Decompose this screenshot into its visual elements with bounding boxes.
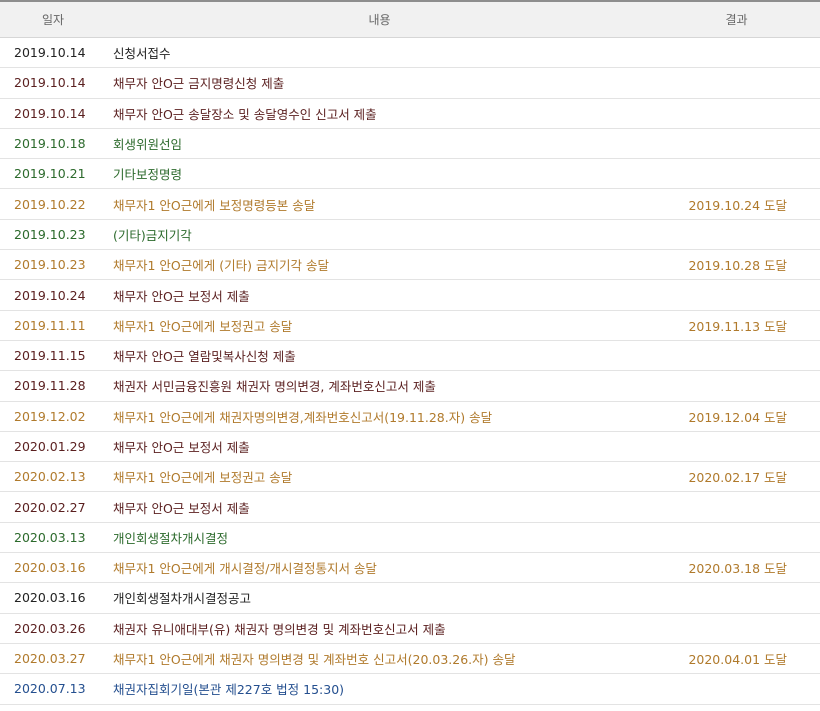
row-date: 2019.10.18	[0, 128, 106, 160]
row-result	[653, 67, 820, 99]
case-progress-table: 일자 내용 결과 2019.10.14 신청서접수 2019.10.14 채무자 안O…	[0, 2, 820, 705]
table-row: 2020.03.26 채권자 유니애대부(유) 채권자 명의변경 및 계좌번호신고…	[0, 613, 820, 644]
row-date: 2019.11.15	[0, 340, 106, 372]
row-result: 2019.10.28 도달	[653, 249, 820, 281]
row-date: 2020.01.29	[0, 431, 106, 463]
row-result: 2020.02.17 도달	[653, 461, 820, 493]
row-result	[653, 219, 820, 251]
row-result	[653, 673, 820, 705]
row-content: 채무자1 안O근에게 보정권고 송달	[106, 310, 653, 341]
row-date: 2020.03.26	[0, 613, 106, 644]
row-result	[653, 431, 820, 463]
row-result: 2019.12.04 도달	[653, 401, 820, 432]
row-result: 2020.04.01 도달	[653, 643, 820, 675]
row-date: 2019.11.28	[0, 370, 106, 402]
row-content: 신청서접수	[106, 37, 653, 69]
row-date: 2019.10.24	[0, 279, 106, 311]
table-row: 2019.11.15 채무자 안O근 열람및복사신청 제출	[0, 340, 820, 372]
row-date: 2019.10.14	[0, 98, 106, 129]
row-date: 2020.03.13	[0, 522, 106, 554]
row-date: 2019.10.23	[0, 249, 106, 281]
table-row: 2019.10.14 채무자 안O근 송달장소 및 송달영수인 신고서 제출	[0, 98, 820, 129]
row-date: 2020.02.27	[0, 491, 106, 523]
row-content: 채무자1 안O근에게 개시결정/개시결정통지서 송달	[106, 552, 653, 584]
header-result: 결과	[653, 2, 820, 38]
row-content: 채무자 안O근 금지명령신청 제출	[106, 67, 653, 99]
header-date: 일자	[0, 2, 106, 38]
table-row: 2020.02.13 채무자1 안O근에게 보정권고 송달 2020.02.17 도…	[0, 461, 820, 493]
table-row: 2020.03.16 채무자1 안O근에게 개시결정/개시결정통지서 송달 2020…	[0, 552, 820, 584]
row-content: 채권자 유니애대부(유) 채권자 명의변경 및 계좌번호신고서 제출	[106, 613, 653, 644]
row-content: 채권자집회기일(본관 제227호 법정 15:30)	[106, 673, 653, 705]
table-row: 2019.10.23 (기타)금지기각	[0, 219, 820, 251]
row-result	[653, 582, 820, 614]
row-content: 채무자1 안O근에게 (기타) 금지기각 송달	[106, 249, 653, 281]
row-date: 2019.11.11	[0, 310, 106, 341]
row-content: 채무자 안O근 보정서 제출	[106, 279, 653, 311]
row-date: 2020.03.16	[0, 582, 106, 614]
table-row: 2019.10.21 기타보정명령	[0, 158, 820, 190]
row-content: 채무자1 안O근에게 보정명령등본 송달	[106, 188, 653, 220]
table-row: 2020.02.27 채무자 안O근 보정서 제출	[0, 491, 820, 523]
row-result: 2019.10.24 도달	[653, 188, 820, 220]
row-date: 2020.03.27	[0, 643, 106, 675]
row-content: 채무자 안O근 보정서 제출	[106, 491, 653, 523]
row-result	[653, 128, 820, 160]
table-row: 2019.10.14 채무자 안O근 금지명령신청 제출	[0, 67, 820, 99]
case-progress-panel: 일자 내용 결과 2019.10.14 신청서접수 2019.10.14 채무자 안O…	[0, 0, 820, 711]
row-result	[653, 370, 820, 402]
table-row: 2019.10.24 채무자 안O근 보정서 제출	[0, 279, 820, 311]
table-body: 2019.10.14 신청서접수 2019.10.14 채무자 안O근 금지명령신청 …	[0, 37, 820, 705]
row-date: 2019.12.02	[0, 401, 106, 432]
row-content: 개인회생절차개시결정	[106, 522, 653, 554]
table-row: 2020.03.27 채무자1 안O근에게 채권자 명의변경 및 계좌번호 신고서…	[0, 643, 820, 675]
row-result: 2020.03.18 도달	[653, 552, 820, 584]
row-content: 채무자 안O근 열람및복사신청 제출	[106, 340, 653, 372]
row-result	[653, 340, 820, 372]
row-content: 채무자1 안O근에게 보정권고 송달	[106, 461, 653, 493]
table-row: 2019.12.02 채무자1 안O근에게 채권자명의변경,계좌번호신고서(19.…	[0, 401, 820, 432]
row-date: 2019.10.21	[0, 158, 106, 190]
row-content: 채무자1 안O근에게 채권자 명의변경 및 계좌번호 신고서(20.03.26.…	[106, 643, 653, 675]
row-content: (기타)금지기각	[106, 219, 653, 251]
row-result	[653, 37, 820, 69]
row-content: 채무자1 안O근에게 채권자명의변경,계좌번호신고서(19.11.28.자) 송…	[106, 401, 653, 432]
table-row: 2019.11.28 채권자 서민금융진흥원 채권자 명의변경, 계좌번호신고서 …	[0, 370, 820, 402]
row-result	[653, 98, 820, 129]
row-result	[653, 522, 820, 554]
row-content: 기타보정명령	[106, 158, 653, 190]
row-result	[653, 279, 820, 311]
row-date: 2020.02.13	[0, 461, 106, 493]
row-content: 채무자 안O근 송달장소 및 송달영수인 신고서 제출	[106, 98, 653, 129]
row-date: 2019.10.23	[0, 219, 106, 251]
row-date: 2019.10.14	[0, 67, 106, 99]
table-row: 2020.01.29 채무자 안O근 보정서 제출	[0, 431, 820, 463]
row-result: 2019.11.13 도달	[653, 310, 820, 341]
row-result	[653, 491, 820, 523]
table-row: 2019.11.11 채무자1 안O근에게 보정권고 송달 2019.11.13 도…	[0, 310, 820, 341]
table-row: 2019.10.18 회생위원선임	[0, 128, 820, 160]
row-content: 채권자 서민금융진흥원 채권자 명의변경, 계좌번호신고서 제출	[106, 370, 653, 402]
table-header: 일자 내용 결과	[0, 2, 820, 38]
row-date: 2020.03.16	[0, 552, 106, 584]
row-content: 회생위원선임	[106, 128, 653, 160]
table-row: 2020.07.13 채권자집회기일(본관 제227호 법정 15:30)	[0, 673, 820, 705]
row-date: 2020.07.13	[0, 673, 106, 705]
row-date: 2019.10.14	[0, 37, 106, 69]
header-content: 내용	[106, 2, 653, 38]
row-result	[653, 613, 820, 644]
table-row: 2019.10.23 채무자1 안O근에게 (기타) 금지기각 송달 2019.10…	[0, 249, 820, 281]
row-date: 2019.10.22	[0, 188, 106, 220]
table-row: 2019.10.22 채무자1 안O근에게 보정명령등본 송달 2019.10.24…	[0, 188, 820, 220]
table-row: 2020.03.16 개인회생절차개시결정공고	[0, 582, 820, 614]
row-content: 채무자 안O근 보정서 제출	[106, 431, 653, 463]
table-row: 2020.03.13 개인회생절차개시결정	[0, 522, 820, 554]
header-row: 일자 내용 결과	[0, 2, 820, 38]
row-result	[653, 158, 820, 190]
row-content: 개인회생절차개시결정공고	[106, 582, 653, 614]
table-row: 2019.10.14 신청서접수	[0, 37, 820, 69]
